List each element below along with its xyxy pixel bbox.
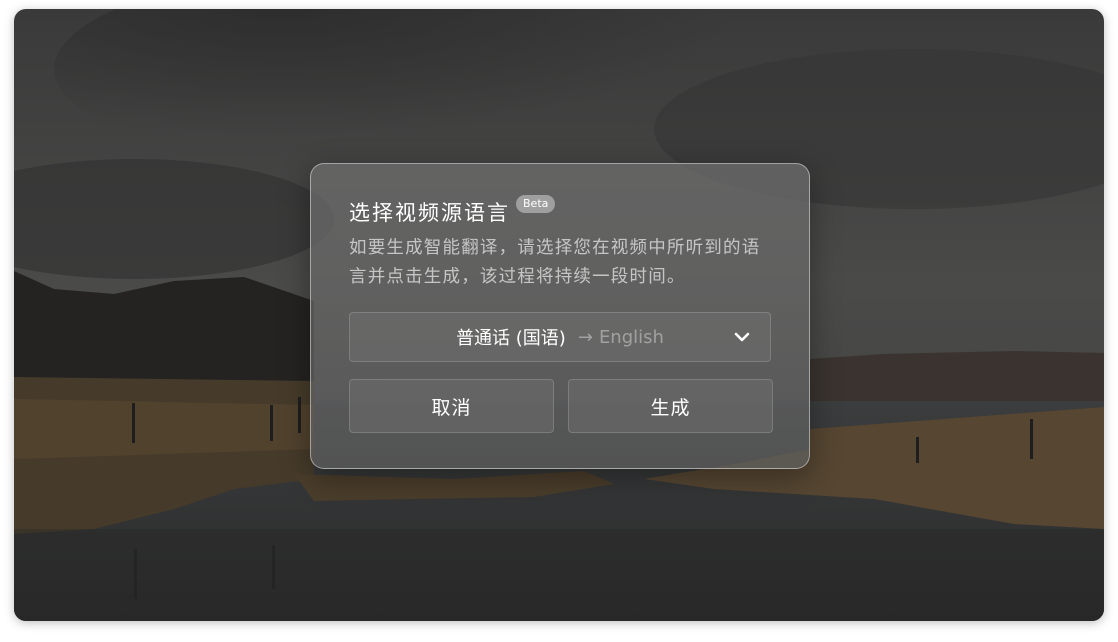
dialog-title: 选择视频源语言 [349,201,510,225]
chevron-down-icon[interactable] [734,330,750,344]
dialog-header: 选择视频源语言 Beta [349,195,771,228]
target-language-label: English [598,326,664,348]
dialog-description: 如要生成智能翻译，请选择您在视频中所听到的语言并点击生成，该过程将持续一段时间。 [349,238,761,287]
language-select[interactable]: 普通话 (国语) → English [349,312,771,362]
beta-badge: Beta [516,195,556,213]
arrow-right-icon: → [577,326,593,348]
cancel-button[interactable]: 取消 [349,379,554,433]
generate-button[interactable]: 生成 [568,379,773,433]
source-language-label: 普通话 (国语) [456,328,566,349]
video-player-window: 选择视频源语言 Beta 如要生成智能翻译，请选择您在视频中所听到的语言并点击生… [14,9,1104,621]
source-language-dialog: 选择视频源语言 Beta 如要生成智能翻译，请选择您在视频中所听到的语言并点击生… [310,163,810,469]
